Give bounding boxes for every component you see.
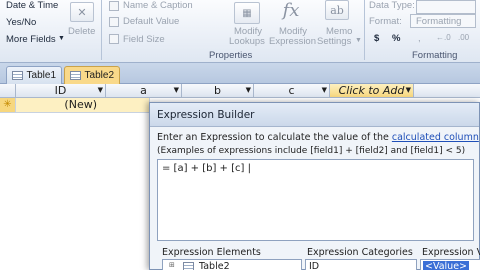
category-item-id[interactable]: ID	[309, 261, 319, 270]
memo-icon: ab	[325, 0, 349, 20]
yes-no-button[interactable]: Yes/No	[6, 17, 36, 28]
chevron-down-icon[interactable]: ▼	[406, 84, 411, 97]
field-size-icon	[109, 34, 119, 44]
expression-elements-label: Expression Elements	[162, 247, 261, 258]
group-separator	[101, 0, 102, 60]
new-record-selector[interactable]: ✳	[0, 98, 16, 113]
column-header-label: c	[288, 84, 295, 97]
ribbon: Date & Time Yes/No More Fields ▼ ✕ Delet…	[0, 0, 480, 63]
expression-categories-label: Expression Categories	[307, 247, 413, 258]
field-size-label: Field Size	[123, 34, 165, 45]
chevron-down-icon[interactable]: ▼	[98, 84, 103, 97]
table-icon	[70, 71, 81, 80]
expression-builder-dialog: Expression Builder Enter an Expression t…	[149, 102, 480, 270]
column-header-label: a	[140, 84, 147, 97]
delete-button[interactable]: Delete	[68, 26, 95, 37]
table-icon	[183, 262, 194, 270]
decrease-decimals-button[interactable]: .00	[458, 33, 469, 42]
modify-expression-button[interactable]: Expression	[269, 36, 316, 47]
modify-lookups-button[interactable]: Lookups	[229, 36, 265, 47]
comma-style-button[interactable]: ,	[418, 33, 421, 44]
value-item-value[interactable]: <Value>	[423, 261, 470, 270]
document-tabs-bar: Table1 Table2	[0, 63, 480, 84]
date-time-button[interactable]: Date & Time	[6, 0, 58, 11]
memo-settings-button[interactable]: Settings	[317, 36, 351, 47]
expression-categories-list[interactable]: ID	[305, 259, 417, 270]
tree-expand-icon[interactable]: ⊞	[169, 261, 175, 269]
chevron-down-icon: ▼	[355, 37, 362, 44]
chevron-down-icon[interactable]: ▼	[174, 84, 179, 97]
chevron-down-icon: ▼	[58, 35, 65, 42]
dialog-examples: (Examples of expressions include [field1…	[157, 146, 466, 156]
element-item-table2[interactable]: Table2	[199, 261, 230, 270]
modify-lookups-icon: ▦	[234, 2, 260, 24]
group-separator	[364, 0, 365, 60]
tab-table1-label: Table1	[26, 70, 56, 81]
delete-icon: ✕	[70, 2, 94, 22]
percent-button[interactable]: %	[392, 33, 400, 44]
tab-table2-label: Table2	[84, 70, 114, 81]
chevron-down-icon[interactable]: ▼	[246, 84, 251, 97]
data-type-select[interactable]	[416, 0, 476, 14]
dialog-instructions: Enter an Expression to calculate the val…	[157, 132, 480, 143]
column-header-label: ID	[54, 84, 67, 97]
format-select[interactable]: Formatting	[410, 14, 476, 28]
column-header-id[interactable]: ID ▼	[16, 84, 106, 98]
expression-values-label: Expression Va	[422, 247, 480, 258]
table-icon	[12, 71, 23, 80]
calculated-column-link[interactable]: calculated column	[392, 132, 479, 143]
more-fields-button[interactable]: More Fields	[6, 34, 56, 45]
default-value-icon	[109, 17, 119, 27]
fx-icon: fx	[282, 0, 300, 21]
chevron-down-icon[interactable]: ▼	[322, 84, 327, 97]
instruction-text: Enter an Expression to calculate the val…	[157, 132, 392, 143]
formatting-group-label: Formatting	[412, 50, 458, 61]
column-header-a[interactable]: a ▼	[106, 84, 182, 98]
format-select-value: Formatting	[416, 16, 462, 27]
data-type-label: Data Type:	[369, 0, 415, 11]
expression-elements-list[interactable]: ⊞ Table2	[162, 259, 302, 270]
name-caption-icon	[109, 1, 119, 11]
header-filler	[414, 84, 480, 98]
select-all-corner[interactable]	[0, 84, 16, 98]
dialog-title: Expression Builder	[150, 103, 479, 127]
click-to-add-header[interactable]: Click to Add ▼	[330, 84, 414, 98]
format-label: Format:	[369, 16, 402, 27]
expression-values-list[interactable]: <Value>	[420, 259, 480, 270]
increase-decimals-button[interactable]: ←.0	[436, 33, 451, 42]
name-caption-button[interactable]: Name & Caption	[123, 0, 193, 11]
column-header-label: b	[214, 84, 221, 97]
properties-group-label: Properties	[209, 50, 253, 61]
new-record-id-cell[interactable]: (New)	[16, 98, 150, 113]
click-to-add-label: Click to Add	[338, 84, 405, 97]
default-value-button[interactable]: Default Value	[123, 16, 179, 27]
column-header-c[interactable]: c ▼	[254, 84, 330, 98]
tab-table1[interactable]: Table1	[6, 66, 62, 84]
column-header-b[interactable]: b ▼	[182, 84, 254, 98]
tab-table2[interactable]: Table2	[64, 66, 120, 84]
currency-button[interactable]: $	[374, 33, 379, 44]
expression-input[interactable]: = [a] + [b] + [c] |	[157, 159, 474, 241]
